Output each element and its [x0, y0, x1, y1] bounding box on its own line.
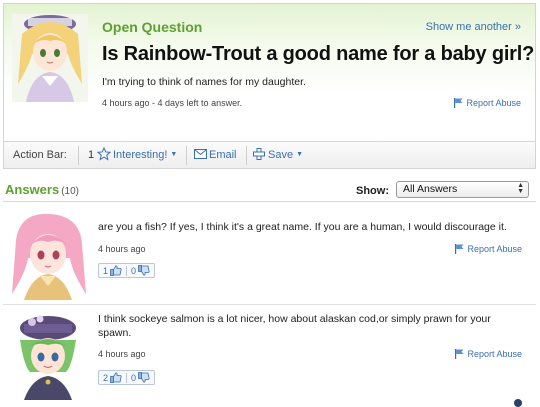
question-body: I'm trying to think of names for my daug… — [102, 76, 306, 88]
divider — [78, 146, 79, 165]
answer-text: are you a fish? If yes, I think it's a g… — [98, 221, 507, 233]
action-bar: Action Bar: 1 Interesting! ▼ Email Save ▼ — [3, 141, 536, 169]
interesting-label: Interesting! — [113, 149, 168, 161]
answer-text: I think sockeye salmon is a lot nicer, h… — [98, 313, 491, 339]
answers-count: (10) — [61, 186, 79, 197]
answer-report-abuse-link[interactable]: Report Abuse — [455, 244, 522, 254]
answerer-avatar[interactable] — [10, 310, 86, 400]
scroll-indicator[interactable] — [514, 399, 522, 407]
star-icon[interactable] — [97, 147, 111, 161]
thumbs-up-count: 2 — [103, 373, 109, 383]
question-report-abuse-link[interactable]: Report Abuse — [454, 98, 521, 108]
plus-icon[interactable] — [253, 148, 265, 160]
divider — [126, 266, 127, 276]
thumbs-up-icon[interactable] — [110, 265, 122, 276]
thumbs-down-count: 0 — [131, 266, 137, 276]
select-arrows-icon: ▲ ▼ — [517, 182, 524, 195]
divider — [246, 146, 247, 165]
interesting-button[interactable]: Interesting! ▼ — [113, 149, 177, 161]
report-abuse-label: Report Abuse — [467, 244, 522, 254]
question-title: Is Rainbow-Trout a good name for a baby … — [102, 43, 535, 65]
report-abuse-label: Report Abuse — [466, 98, 521, 108]
thumbs-down-icon[interactable] — [138, 265, 150, 276]
save-button[interactable]: Save ▼ — [268, 149, 303, 161]
divider — [3, 304, 536, 305]
show-filter-label: Show: — [356, 185, 389, 197]
answers-title: Answers — [5, 182, 60, 197]
flag-icon — [455, 349, 464, 359]
envelope-icon[interactable] — [194, 149, 207, 159]
action-bar-label: Action Bar: — [13, 149, 67, 161]
answer-item: are you a fish? If yes, I think it's a g… — [0, 206, 540, 302]
chevron-down-icon: ▼ — [170, 151, 178, 158]
email-button[interactable]: Email — [209, 149, 237, 161]
answers-header: Answers (10) — [5, 181, 79, 199]
open-question-label: Open Question — [102, 19, 203, 35]
flag-icon — [454, 98, 463, 108]
answerer-avatar[interactable] — [10, 210, 86, 300]
save-label: Save — [268, 149, 294, 161]
thumbs-down-count: 0 — [131, 373, 137, 383]
vote-box: 2 0 — [98, 370, 155, 385]
thumbs-up-count: 1 — [103, 266, 109, 276]
chevron-down-icon: ▼ — [296, 151, 304, 158]
divider — [186, 146, 187, 165]
asker-avatar[interactable] — [12, 14, 88, 102]
answer-time: 4 hours ago — [98, 349, 146, 359]
answer-item: I think sockeye salmon is a lot nicer, h… — [0, 306, 540, 407]
question-meta: 4 hours ago - 4 days left to answer. — [102, 98, 243, 108]
thumbs-down-icon[interactable] — [138, 372, 150, 383]
question-card: Open Question Show me another » Is Rainb… — [3, 3, 536, 141]
answer-filter-value: All Answers — [403, 183, 458, 195]
flag-icon — [455, 244, 464, 254]
vote-box: 1 0 — [98, 263, 155, 278]
divider — [3, 201, 536, 202]
show-another-link[interactable]: Show me another » — [426, 21, 521, 33]
answer-time: 4 hours ago — [98, 244, 146, 254]
thumbs-up-icon[interactable] — [110, 372, 122, 383]
interesting-count: 1 — [88, 149, 95, 161]
report-abuse-label: Report Abuse — [467, 349, 522, 359]
divider — [126, 373, 127, 383]
answer-report-abuse-link[interactable]: Report Abuse — [455, 349, 522, 359]
answer-filter-select[interactable]: All Answers ▲ ▼ — [396, 181, 529, 198]
